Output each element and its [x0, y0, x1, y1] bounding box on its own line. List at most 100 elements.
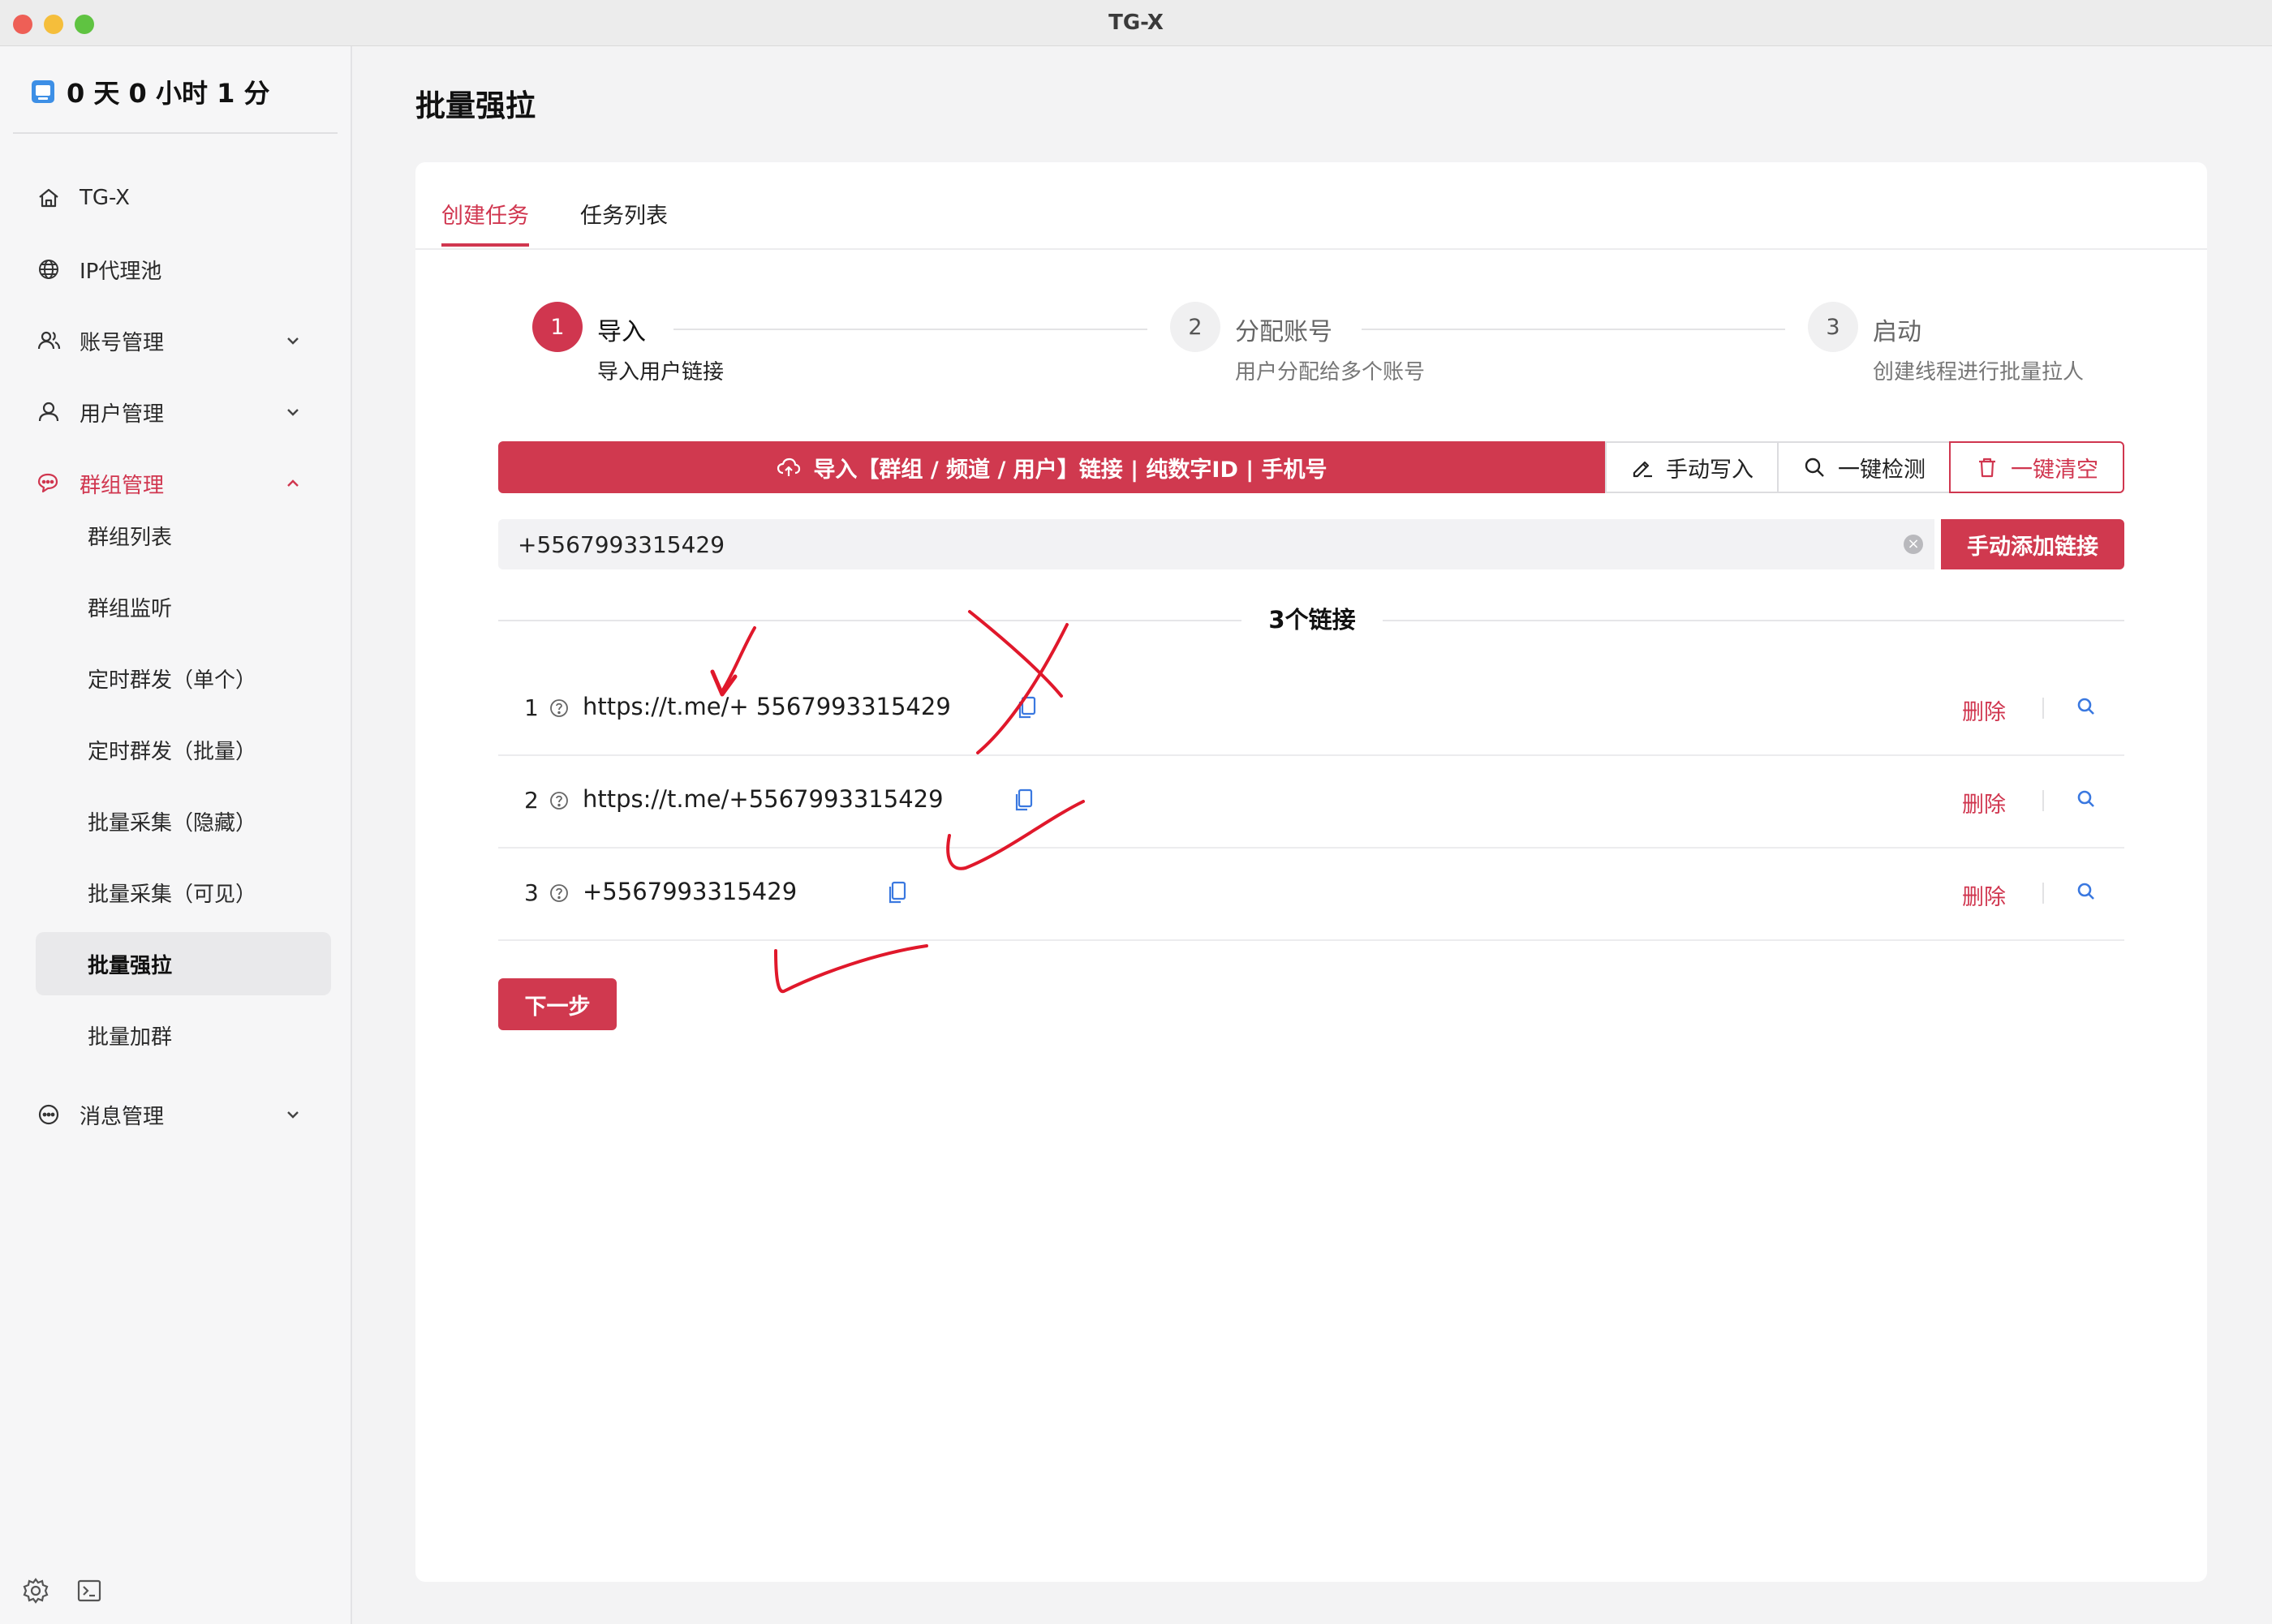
- link-url: https://t.me/+5567993315429: [583, 785, 944, 813]
- sidebar-subitem-scheduled-send-single[interactable]: 定时群发（单个）: [36, 647, 331, 710]
- search-icon[interactable]: [2074, 787, 2098, 811]
- chevron-down-icon: [287, 337, 299, 345]
- link-count: 3个链接: [1268, 606, 1356, 634]
- sidebar-item-label: TG-X: [80, 186, 130, 210]
- help-circle-icon[interactable]: [549, 790, 570, 811]
- home-icon: [39, 188, 58, 208]
- delete-link-button[interactable]: 删除: [1962, 694, 2006, 726]
- step-number: 3: [1808, 302, 1858, 352]
- window-titlebar: TG-X: [0, 0, 2272, 46]
- sidebar-item-label: 群组管理: [80, 473, 165, 498]
- copy-icon[interactable]: [1013, 787, 1035, 813]
- delete-link-button[interactable]: 删除: [1962, 879, 2006, 911]
- sidebar-subitem-batch-join-group[interactable]: 批量加群: [36, 1003, 331, 1067]
- sidebar-item-account-management[interactable]: 账号管理: [36, 316, 312, 365]
- search-icon[interactable]: [2074, 879, 2098, 904]
- row-index: 3: [524, 879, 539, 906]
- action-divider: [2042, 790, 2044, 811]
- sidebar-item-user-management[interactable]: 用户管理: [36, 388, 312, 436]
- one-click-check-label: 一键检测: [1838, 457, 1926, 483]
- sidebar-bottom-tools: [21, 1576, 104, 1605]
- sidebar-divider: [13, 132, 338, 134]
- sidebar-subitem-batch-collect-hidden[interactable]: 批量采集（隐藏）: [36, 789, 331, 853]
- import-links-label: 导入【群组 / 频道 / 用户】链接 | 纯数字ID | 手机号: [813, 457, 1327, 483]
- manual-add-link-button[interactable]: 手动添加链接: [1941, 519, 2124, 569]
- uptime-display: 0 天 0 小时 1 分: [31, 72, 270, 111]
- sidebar-item-label: 消息管理: [80, 1104, 165, 1129]
- sidebar-subitem-batch-collect-visible[interactable]: 批量采集（可见）: [36, 861, 331, 924]
- sidebar-item-message-management[interactable]: 消息管理: [36, 1090, 312, 1139]
- copy-icon[interactable]: [886, 879, 909, 905]
- tab-active-indicator: [441, 243, 529, 247]
- step-title: 导入: [597, 318, 646, 346]
- main-card: 创建任务 任务列表 1 导入 导入用户链接 2 分配账号 用户分配给多个账号 3…: [415, 162, 2207, 1582]
- sidebar-item-label: 用户管理: [80, 402, 165, 427]
- users-icon: [37, 331, 61, 350]
- link-input[interactable]: [498, 519, 1934, 569]
- one-click-check-button[interactable]: 一键检测: [1777, 441, 1951, 493]
- clear-input-icon[interactable]: ×: [1904, 535, 1923, 554]
- chevron-up-icon: [287, 479, 299, 487]
- chevron-down-icon: [287, 1111, 299, 1119]
- settings-icon[interactable]: [21, 1576, 50, 1605]
- sidebar-subitem-batch-force-pull[interactable]: 批量强拉: [36, 932, 331, 995]
- copy-icon[interactable]: [1016, 694, 1039, 720]
- manual-write-label: 手动写入: [1666, 457, 1753, 483]
- link-count-divider: 3个链接: [498, 602, 2124, 638]
- sidebar-subitem-scheduled-send-batch[interactable]: 定时群发（批量）: [36, 718, 331, 781]
- search-icon[interactable]: [2074, 694, 2098, 719]
- divider-line: [498, 620, 1241, 621]
- trash-icon: [1979, 458, 1995, 478]
- list-item: 1 https://t.me/+ 5567993315429 删除: [498, 662, 2124, 756]
- sidebar-item-ip-proxy[interactable]: IP代理池: [36, 245, 312, 294]
- sidebar-subitem-group-list[interactable]: 群组列表: [36, 504, 331, 567]
- tab-task-list[interactable]: 任务列表: [580, 198, 668, 230]
- terminal-icon[interactable]: [75, 1576, 104, 1605]
- divider-line: [1383, 620, 2124, 621]
- import-links-button[interactable]: 导入【群组 / 频道 / 用户】链接 | 纯数字ID | 手机号: [498, 441, 1605, 493]
- manual-write-button[interactable]: 手动写入: [1605, 441, 1779, 493]
- uptime-text: 0 天 0 小时 1 分: [67, 78, 270, 109]
- sidebar-item-label: 账号管理: [80, 330, 165, 355]
- list-item: 2 https://t.me/+5567993315429 删除: [498, 754, 2124, 849]
- tab-bar: 创建任务 任务列表: [415, 162, 2207, 250]
- action-divider: [2042, 883, 2044, 904]
- step-description: 创建线程进行批量拉人: [1873, 360, 2085, 385]
- help-circle-icon[interactable]: [549, 883, 570, 904]
- step-description: 用户分配给多个账号: [1235, 360, 1426, 385]
- sidebar-item-group-management[interactable]: 群组管理: [36, 459, 312, 508]
- row-index: 1: [524, 694, 539, 721]
- user-icon: [38, 402, 59, 422]
- step-number: 1: [532, 302, 583, 352]
- link-url: https://t.me/+ 5567993315429: [583, 693, 951, 720]
- search-icon: [1805, 458, 1824, 477]
- message-icon: [38, 1104, 59, 1125]
- chat-group-icon: [37, 473, 58, 493]
- page-title: 批量强拉: [415, 88, 536, 123]
- sidebar-subitem-group-monitor[interactable]: 群组监听: [36, 575, 331, 638]
- chevron-down-icon: [287, 409, 299, 416]
- next-step-button[interactable]: 下一步: [498, 978, 617, 1030]
- step-description: 导入用户链接: [597, 360, 725, 385]
- step-connector: [673, 329, 1147, 330]
- delete-link-button[interactable]: 删除: [1962, 787, 2006, 818]
- uptime-icon: [32, 80, 54, 103]
- pen-icon: [1633, 461, 1652, 478]
- step-title: 启动: [1873, 318, 1921, 346]
- step-title: 分配账号: [1235, 318, 1332, 346]
- sidebar-item-tgx[interactable]: TG-X: [36, 174, 312, 222]
- window-title: TG-X: [1108, 11, 1164, 35]
- sidebar: 0 天 0 小时 1 分 TG-X IP代理池 账号管理 用户管理 群组管理 群…: [0, 46, 352, 1624]
- row-index: 2: [524, 787, 539, 814]
- globe-icon: [39, 260, 58, 279]
- help-circle-icon[interactable]: [549, 698, 570, 719]
- one-click-clear-button[interactable]: 一键清空: [1949, 441, 2124, 493]
- sidebar-item-label: IP代理池: [80, 259, 162, 284]
- step-connector: [1362, 329, 1785, 330]
- list-item: 3 +5567993315429 删除: [498, 847, 2124, 941]
- tab-create-task[interactable]: 创建任务: [441, 198, 529, 230]
- one-click-clear-label: 一键清空: [2011, 457, 2098, 483]
- cloud-upload-icon: [777, 458, 801, 476]
- action-divider: [2042, 698, 2044, 719]
- link-url: +5567993315429: [583, 878, 798, 905]
